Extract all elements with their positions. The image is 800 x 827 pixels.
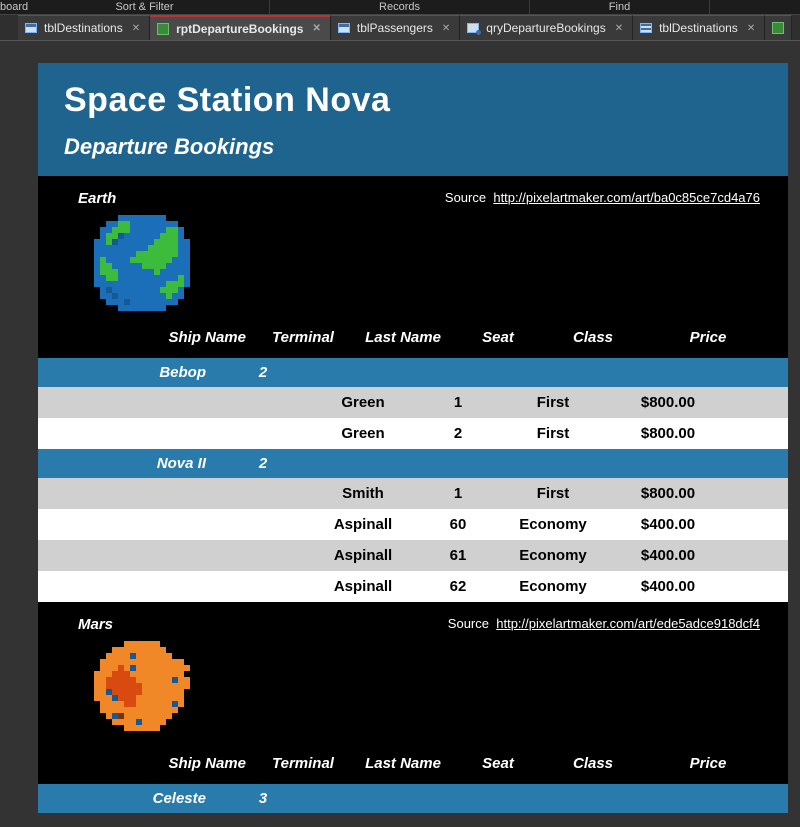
booking-row: Smith1First$800.00 bbox=[38, 478, 788, 509]
report-view-surface: Space Station Nova Departure Bookings Sour… bbox=[0, 40, 800, 827]
ribbon-grp-sortfilter: Sort & Filter bbox=[20, 0, 270, 14]
cell-class: First bbox=[498, 485, 608, 502]
cell-class: First bbox=[498, 394, 608, 411]
cell-price: $800.00 bbox=[608, 425, 728, 442]
ship-group-row: Celeste3 bbox=[38, 784, 788, 813]
report-title: Space Station Nova bbox=[64, 81, 762, 120]
close-icon[interactable]: ✕ bbox=[744, 23, 758, 34]
tab-rptdeparturebookings[interactable]: rptDepartureBookings ✕ bbox=[150, 15, 331, 40]
col-price: Price bbox=[648, 755, 768, 772]
cell-price: $800.00 bbox=[608, 394, 728, 411]
column-headers: Ship NameTerminalLast NameSeatClassPrice bbox=[78, 319, 768, 352]
source-line: Source http://pixelartmaker.com/art/ba0c… bbox=[445, 190, 760, 205]
cell-last: Aspinall bbox=[308, 547, 418, 564]
destination-section: Source http://pixelartmaker.com/art/ede5… bbox=[38, 602, 788, 784]
col-price: Price bbox=[648, 329, 768, 346]
tab-tblpassengers[interactable]: tblPassengers ✕ bbox=[331, 15, 460, 40]
destination-section: Source http://pixelartmaker.com/art/ba0c… bbox=[38, 176, 788, 358]
source-label: Source bbox=[445, 190, 486, 205]
cell-class: First bbox=[498, 425, 608, 442]
col-terminal: Terminal bbox=[258, 755, 348, 772]
ribbon-grp-records: Records bbox=[270, 0, 530, 14]
source-link[interactable]: http://pixelartmaker.com/art/ba0c85ce7cd… bbox=[493, 190, 760, 205]
planet-image bbox=[94, 215, 768, 311]
booking-row: Green2First$800.00 bbox=[38, 418, 788, 449]
object-tabbar: tblDestinations✕rptDepartureBookings✕tbl… bbox=[0, 15, 800, 40]
col-last: Last Name bbox=[348, 329, 458, 346]
col-class: Class bbox=[538, 755, 648, 772]
cell-last: Aspinall bbox=[308, 516, 418, 533]
ribbon-group-labels: board Sort & Filter Records Find bbox=[0, 0, 800, 15]
report-canvas: Space Station Nova Departure Bookings Sour… bbox=[38, 63, 788, 813]
query-icon bbox=[466, 21, 480, 35]
tab-label: tblPassengers bbox=[357, 21, 433, 35]
ship-name: Celeste bbox=[38, 790, 218, 807]
ship-group-row: Bebop2 bbox=[38, 358, 788, 387]
col-class: Class bbox=[538, 329, 648, 346]
ribbon-grp-clipboard: board bbox=[0, 0, 20, 14]
cell-seat: 2 bbox=[418, 425, 498, 442]
cell-class: Economy bbox=[498, 516, 608, 533]
source-link[interactable]: http://pixelartmaker.com/art/ede5adce918… bbox=[496, 616, 760, 631]
tab-tbldestinations[interactable]: tblDestinations ✕ bbox=[633, 15, 765, 40]
cell-last: Green bbox=[308, 425, 418, 442]
report-icon bbox=[771, 21, 785, 35]
tab-label: qryDepartureBookings bbox=[486, 21, 605, 35]
col-ship: Ship Name bbox=[78, 755, 258, 772]
ship-terminal: 2 bbox=[218, 455, 308, 472]
planet-image bbox=[94, 641, 768, 737]
source-line: Source http://pixelartmaker.com/art/ede5… bbox=[448, 616, 760, 631]
table2-icon bbox=[639, 21, 653, 35]
tab-label: tblDestinations bbox=[44, 21, 123, 35]
booking-row: Aspinall61Economy$400.00 bbox=[38, 540, 788, 571]
table-icon bbox=[337, 21, 351, 35]
cell-price: $400.00 bbox=[608, 547, 728, 564]
close-icon[interactable]: ✕ bbox=[612, 23, 626, 34]
cell-seat: 60 bbox=[418, 516, 498, 533]
cell-price: $400.00 bbox=[608, 578, 728, 595]
booking-row: Aspinall60Economy$400.00 bbox=[38, 509, 788, 540]
report-header: Space Station Nova Departure Bookings bbox=[38, 63, 788, 176]
cell-class: Economy bbox=[498, 547, 608, 564]
ship-terminal: 2 bbox=[218, 364, 308, 381]
cell-price: $400.00 bbox=[608, 516, 728, 533]
tab-label: rptDepartureBookings bbox=[176, 22, 303, 36]
cell-seat: 62 bbox=[418, 578, 498, 595]
cell-last: Aspinall bbox=[308, 578, 418, 595]
column-headers: Ship NameTerminalLast NameSeatClassPrice bbox=[78, 745, 768, 778]
report-icon bbox=[156, 22, 170, 36]
close-icon[interactable]: ✕ bbox=[309, 23, 323, 34]
booking-row: Green1First$800.00 bbox=[38, 387, 788, 418]
ship-name: Bebop bbox=[38, 364, 218, 381]
col-seat: Seat bbox=[458, 329, 538, 346]
source-label: Source bbox=[448, 616, 489, 631]
tab-label: tblDestinations bbox=[659, 21, 738, 35]
cell-class: Economy bbox=[498, 578, 608, 595]
ribbon-grp-find: Find bbox=[530, 0, 710, 14]
booking-row: Aspinall62Economy$400.00 bbox=[38, 571, 788, 602]
close-icon[interactable]: ✕ bbox=[129, 23, 143, 34]
col-seat: Seat bbox=[458, 755, 538, 772]
cell-seat: 1 bbox=[418, 394, 498, 411]
cell-price: $800.00 bbox=[608, 485, 728, 502]
ship-terminal: 3 bbox=[218, 790, 308, 807]
close-icon[interactable]: ✕ bbox=[439, 23, 453, 34]
cell-last: Smith bbox=[308, 485, 418, 502]
cell-seat: 61 bbox=[418, 547, 498, 564]
cell-last: Green bbox=[308, 394, 418, 411]
ship-group-row: Nova II2 bbox=[38, 449, 788, 478]
tab-overflow[interactable] bbox=[765, 15, 792, 40]
report-subtitle: Departure Bookings bbox=[64, 134, 762, 160]
ship-name: Nova II bbox=[38, 455, 218, 472]
col-terminal: Terminal bbox=[258, 329, 348, 346]
table-icon bbox=[24, 21, 38, 35]
col-last: Last Name bbox=[348, 755, 458, 772]
col-ship: Ship Name bbox=[78, 329, 258, 346]
cell-seat: 1 bbox=[418, 485, 498, 502]
tab-qrydeparturebookings[interactable]: qryDepartureBookings ✕ bbox=[460, 15, 633, 40]
tab-tbldestinations[interactable]: tblDestinations ✕ bbox=[18, 15, 150, 40]
